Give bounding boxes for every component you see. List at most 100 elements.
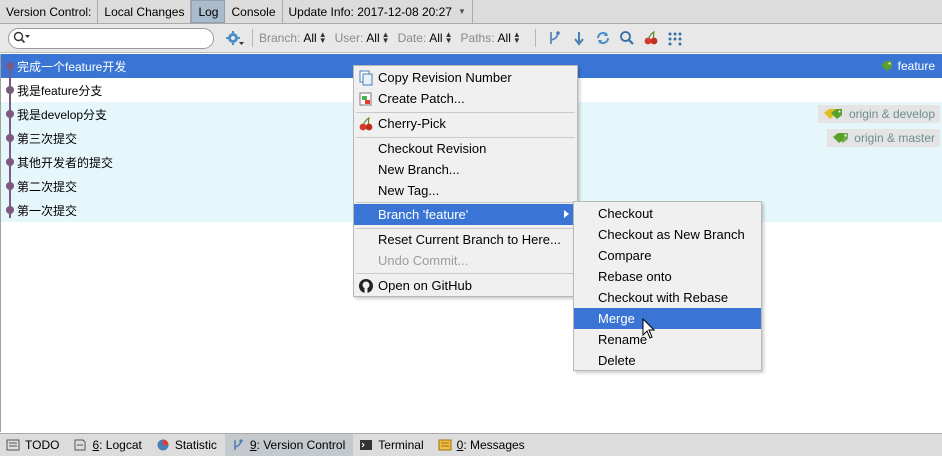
branch-icon	[550, 31, 560, 44]
sort-arrows-icon: ▲ ▼	[444, 30, 453, 45]
branch-filter[interactable]: Branch: All ▲ ▼	[259, 30, 327, 46]
refresh-button[interactable]	[592, 27, 614, 49]
tool-tab-label: : Logcat	[99, 438, 142, 452]
arrow-down-icon	[574, 32, 584, 46]
commit-message: 完成一个feature开发	[17, 59, 127, 74]
menu-undo-commit[interactable]: Undo Commit...	[354, 250, 577, 271]
commit-context-menu: Copy Revision Number Create Patch... Che…	[353, 65, 578, 297]
settings-button[interactable]	[224, 27, 246, 49]
commit-message: 第二次提交	[17, 179, 78, 194]
submenu-rename[interactable]: Rename	[574, 329, 761, 350]
find-button[interactable]	[616, 27, 638, 49]
search-icon[interactable]	[13, 31, 31, 45]
menu-reset-branch[interactable]: Reset Current Branch to Here...	[354, 229, 577, 250]
menu-item-label: Branch 'feature'	[378, 207, 469, 222]
menu-cherry-pick[interactable]: Cherry-Pick	[354, 113, 577, 134]
menu-create-patch[interactable]: Create Patch...	[354, 88, 577, 109]
submenu-compare[interactable]: Compare	[574, 245, 761, 266]
menu-item-label: Checkout Revision	[378, 141, 487, 156]
menu-item-label: New Tag...	[378, 183, 440, 198]
submenu-checkout[interactable]: Checkout	[574, 203, 761, 224]
sort-arrows-icon: ▲ ▼	[512, 30, 521, 45]
menu-checkout-revision[interactable]: Checkout Revision	[354, 138, 577, 159]
paths-filter[interactable]: Paths: All ▲ ▼	[461, 30, 521, 46]
tab-console[interactable]: Console	[225, 0, 283, 23]
commit-node	[6, 86, 14, 94]
cherry-pick-button[interactable]	[640, 27, 662, 49]
sort-arrows-icon: ▲ ▼	[318, 30, 327, 45]
tool-tab-mnemonic: 9	[249, 438, 257, 452]
log-toolbar: Branch: All ▲ ▼ User: All ▲ ▼ Date: All ▲ ▼…	[0, 24, 942, 53]
commit-node	[6, 134, 14, 142]
go-to-head-button[interactable]	[568, 27, 590, 49]
menu-item-label: Compare	[598, 248, 652, 263]
date-filter-label: Date:	[397, 31, 427, 45]
menu-new-branch[interactable]: New Branch...	[354, 159, 577, 180]
submenu-delete[interactable]: Delete	[574, 350, 761, 371]
date-filter[interactable]: Date: All ▲ ▼	[397, 30, 453, 46]
menu-item-label: Delete	[598, 353, 636, 368]
settings-icon	[226, 31, 244, 45]
submenu-checkout-new-branch[interactable]: Checkout as New Branch	[574, 224, 761, 245]
tool-tab-label: Statistic	[174, 438, 217, 452]
search-input[interactable]	[35, 29, 205, 47]
submenu-rebase-onto[interactable]: Rebase onto	[574, 266, 761, 287]
commit-node	[6, 182, 14, 190]
menu-item-label: Rename	[598, 332, 648, 347]
tool-tab-terminal[interactable]: Terminal	[353, 434, 431, 456]
branch-label-text: origin & master	[854, 131, 935, 145]
version-control-tabbar: Version Control: Local Changes Log Conso…	[0, 0, 942, 24]
tool-tab-logcat[interactable]: 6: Logcat	[67, 434, 149, 456]
user-filter-value: All	[366, 31, 380, 45]
menu-open-github[interactable]: Open on GitHub	[354, 275, 577, 296]
graph-options-button[interactable]	[664, 27, 686, 49]
submenu-merge[interactable]: Merge	[574, 308, 761, 329]
terminal-icon	[360, 440, 373, 450]
branches-button[interactable]	[544, 27, 566, 49]
date-filter-value: All	[429, 31, 443, 45]
tag-icon	[823, 109, 842, 119]
mouse-cursor-icon	[642, 318, 656, 339]
menu-separator	[356, 202, 575, 203]
tool-tab-mnemonic: 6	[92, 438, 100, 452]
menu-branch-feature[interactable]: Branch 'feature'	[354, 204, 577, 225]
branch-filter-value: All	[303, 31, 317, 45]
tool-tab-messages[interactable]: 0: Messages	[432, 434, 533, 456]
commit-message: 第一次提交	[17, 203, 78, 218]
tool-window-bar: TODO 6: Logcat Statistic 9: Version Cont…	[0, 433, 942, 456]
submenu-checkout-with-rebase[interactable]: Checkout with Rebase	[574, 287, 761, 308]
github-icon	[359, 279, 373, 293]
messages-icon	[438, 439, 452, 451]
tool-tab-statistic[interactable]: Statistic	[150, 434, 225, 456]
tab-log[interactable]: Log	[191, 0, 226, 23]
menu-item-label: Checkout as New Branch	[598, 227, 745, 242]
tool-tab-label: : Version Control	[256, 438, 346, 452]
commit-node	[6, 206, 14, 214]
menu-item-label: Cherry-Pick	[378, 116, 446, 131]
branch-label-feature: feature	[875, 57, 940, 75]
tool-tab-version-control[interactable]: 9: Version Control	[224, 433, 354, 456]
copy-icon	[359, 70, 373, 86]
version-control-label: Version Control:	[0, 0, 99, 23]
menu-copy-revision[interactable]: Copy Revision Number	[354, 67, 577, 88]
tab-update-info[interactable]: Update Info: 2017-12-08 20:27 ▼	[283, 0, 473, 23]
commit-node	[6, 158, 14, 166]
menu-item-label: Merge	[598, 311, 635, 326]
menu-item-label: Copy Revision Number	[378, 70, 512, 85]
graph-options-icon	[668, 32, 682, 46]
menu-item-label: New Branch...	[378, 162, 460, 177]
menu-item-label: Reset Current Branch to Here...	[378, 232, 561, 247]
user-filter[interactable]: User: All ▲ ▼	[335, 31, 390, 46]
tab-local-changes[interactable]: Local Changes	[98, 0, 192, 23]
menu-new-tag[interactable]: New Tag...	[354, 180, 577, 201]
toolbar-separator	[252, 29, 253, 47]
commit-message: 其他开发者的提交	[17, 155, 114, 170]
menu-separator	[356, 273, 575, 274]
commit-node	[6, 62, 14, 70]
tool-tab-todo[interactable]: TODO	[0, 434, 67, 456]
menu-item-label: Undo Commit...	[378, 253, 469, 268]
todo-icon	[6, 439, 20, 451]
branch-label-develop: origin & develop	[817, 105, 940, 123]
menu-item-label: Checkout	[598, 206, 653, 221]
branch-submenu: Checkout Checkout as New Branch Compare …	[573, 201, 762, 371]
